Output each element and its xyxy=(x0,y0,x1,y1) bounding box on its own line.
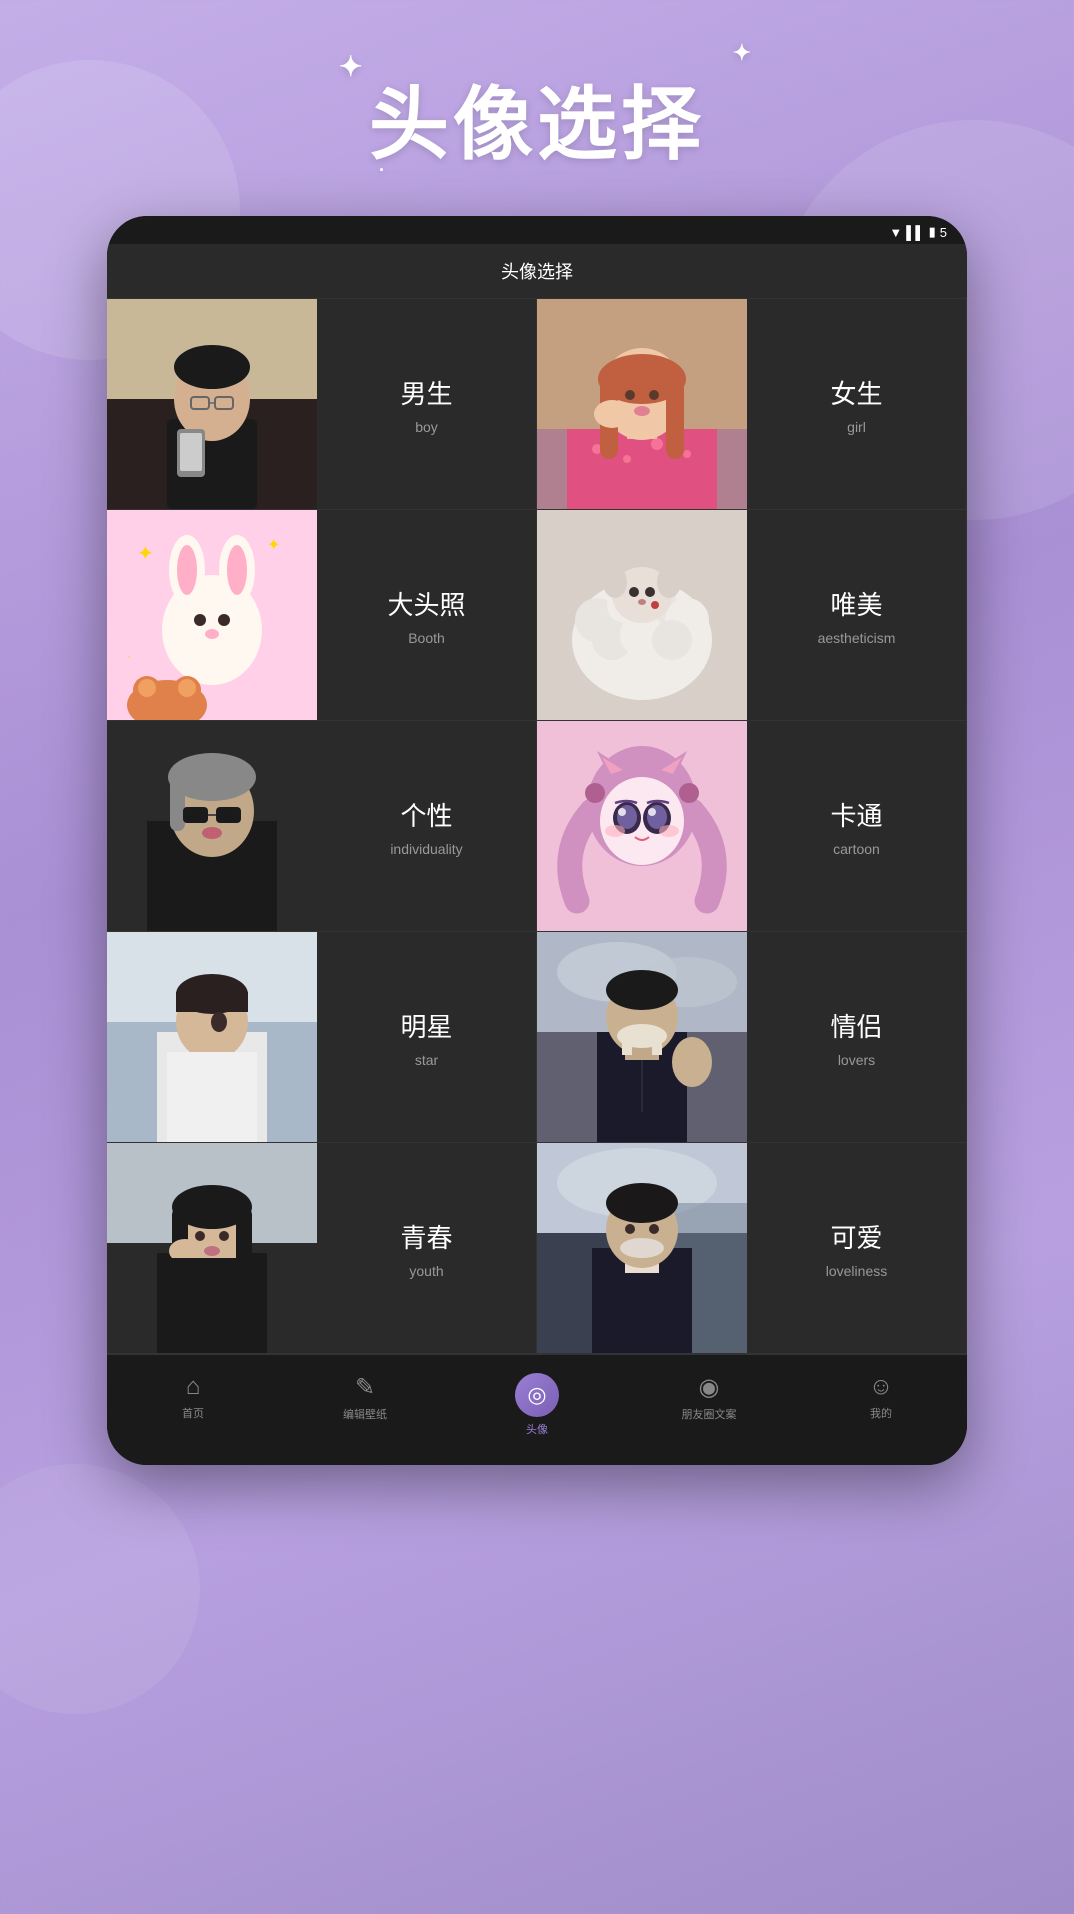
individuality-label-cn: 个性 xyxy=(400,796,452,833)
user-icon: ☺ xyxy=(869,1373,894,1401)
grid-row-3: 明星 star xyxy=(107,932,967,1143)
home-icon: ⌂ xyxy=(186,1373,201,1401)
bg-decoration-3 xyxy=(0,1464,200,1714)
grid-row-1: ✦ ✦ · 大头照 Booth xyxy=(107,510,967,721)
nav-home-label: 首页 xyxy=(182,1405,204,1421)
star-text-cell[interactable]: 明星 star xyxy=(317,932,537,1142)
booth-label-cn: 大头照 xyxy=(387,585,465,622)
status-icons: ▼ ▌▌ ▮ 5 xyxy=(889,224,947,240)
cartoon-label-cn: 卡通 xyxy=(830,796,882,833)
nav-moments[interactable]: ◉ 朋友圈文案 xyxy=(623,1365,795,1445)
star-image-cell[interactable] xyxy=(107,932,317,1142)
nav-mine-label: 我的 xyxy=(870,1405,892,1421)
cartoon-label-en: cartoon xyxy=(833,841,880,857)
aestheticism-label-cn: 唯美 xyxy=(830,585,882,622)
status-bar: ▼ ▌▌ ▮ 5 xyxy=(107,216,967,244)
lovers-label-en: lovers xyxy=(838,1052,875,1068)
star-label-cn: 明星 xyxy=(400,1007,452,1044)
nav-wallpaper-label: 编辑壁纸 xyxy=(343,1406,387,1422)
top-bar: 头像选择 xyxy=(107,244,967,299)
youth-label-en: youth xyxy=(409,1263,443,1279)
star-label-en: star xyxy=(415,1052,438,1068)
page-heading: ✦ 头像选择 ✦ · xyxy=(369,60,705,176)
girl-label-cn: 女生 xyxy=(830,374,882,411)
girl-label-en: girl xyxy=(847,419,866,435)
nav-mine[interactable]: ☺ 我的 xyxy=(795,1365,967,1445)
sparkle-icon-1: ✦ xyxy=(339,50,366,83)
nav-avatar[interactable]: ◎ 头像 xyxy=(451,1365,623,1445)
youth-image-cell[interactable] xyxy=(107,1143,317,1353)
header-area: ✦ 头像选择 ✦ · xyxy=(0,0,1074,216)
loveliness-image-cell[interactable] xyxy=(537,1143,747,1353)
grid-row-0: 男生 boy xyxy=(107,299,967,510)
booth-text-cell[interactable]: 大头照 Booth xyxy=(317,510,537,720)
aestheticism-image-cell[interactable] xyxy=(537,510,747,720)
moments-icon: ◉ xyxy=(699,1373,720,1402)
battery-icon: ▮ xyxy=(929,224,936,240)
signal-icon: ▌▌ xyxy=(906,225,924,240)
bottom-nav: ⌂ 首页 ✎ 编辑壁纸 ◎ 头像 ◉ 朋友圈文案 ☺ 我的 xyxy=(107,1354,967,1465)
loveliness-text-cell[interactable]: 可爱 loveliness xyxy=(747,1143,967,1353)
individuality-image-cell[interactable] xyxy=(107,721,317,931)
lovers-label-cn: 情侣 xyxy=(830,1007,882,1044)
nav-wallpaper[interactable]: ✎ 编辑壁纸 xyxy=(279,1365,451,1445)
nav-avatar-label: 头像 xyxy=(526,1421,548,1437)
sparkle-icon-3: · xyxy=(379,160,389,181)
boy-label-en: boy xyxy=(415,419,438,435)
cartoon-text-cell[interactable]: 卡通 cartoon xyxy=(747,721,967,931)
svg-text:·: · xyxy=(127,649,131,663)
grid-row-2: 个性 individuality xyxy=(107,721,967,932)
boy-text-cell[interactable]: 男生 boy xyxy=(317,299,537,509)
aestheticism-label-en: aestheticism xyxy=(818,630,896,646)
grid-content: 男生 boy xyxy=(107,299,967,1354)
aestheticism-text-cell[interactable]: 唯美 aestheticism xyxy=(747,510,967,720)
loveliness-label-en: loveliness xyxy=(826,1263,887,1279)
time-display: 5 xyxy=(940,225,947,240)
nav-moments-label: 朋友圈文案 xyxy=(682,1406,737,1422)
cartoon-image-cell[interactable] xyxy=(537,721,747,931)
lovers-text-cell[interactable]: 情侣 lovers xyxy=(747,932,967,1142)
lovers-image-cell[interactable] xyxy=(537,932,747,1142)
girl-image-cell[interactable] xyxy=(537,299,747,509)
boy-label-cn: 男生 xyxy=(400,374,452,411)
boy-image-cell[interactable] xyxy=(107,299,317,509)
nav-home[interactable]: ⌂ 首页 xyxy=(107,1365,279,1445)
loveliness-label-cn: 可爱 xyxy=(830,1218,882,1255)
booth-label-en: Booth xyxy=(408,630,445,646)
phone-frame: ▼ ▌▌ ▮ 5 头像选择 xyxy=(107,216,967,1465)
girl-text-cell[interactable]: 女生 girl xyxy=(747,299,967,509)
svg-text:✦: ✦ xyxy=(137,543,154,565)
youth-label-cn: 青春 xyxy=(400,1218,452,1255)
individuality-text-cell[interactable]: 个性 individuality xyxy=(317,721,537,931)
top-bar-title: 头像选择 xyxy=(501,262,573,282)
sparkle-icon-2: ✦ xyxy=(733,40,755,66)
nav-avatar-active-bg: ◎ xyxy=(515,1373,559,1417)
edit-icon: ✎ xyxy=(355,1373,375,1402)
booth-image-cell[interactable]: ✦ ✦ · xyxy=(107,510,317,720)
avatar-icon: ◎ xyxy=(527,1382,546,1408)
wifi-icon: ▼ xyxy=(889,225,902,240)
individuality-label-en: individuality xyxy=(390,841,462,857)
youth-text-cell[interactable]: 青春 youth xyxy=(317,1143,537,1353)
svg-text:✦: ✦ xyxy=(267,537,280,554)
grid-row-4: 青春 youth xyxy=(107,1143,967,1354)
